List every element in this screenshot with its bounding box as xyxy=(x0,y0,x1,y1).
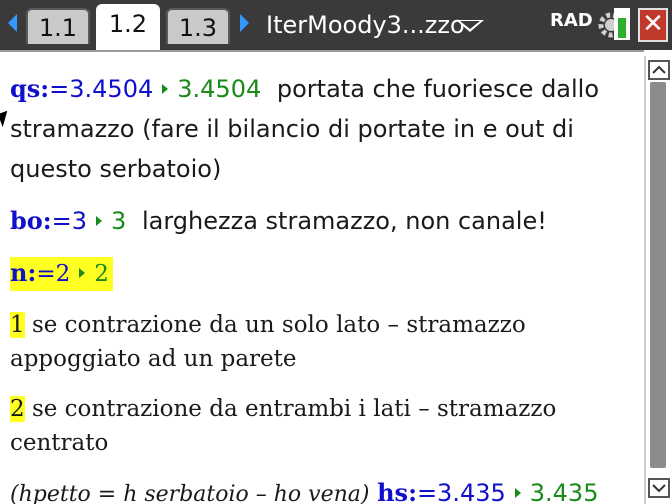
qs-comment-line-3: questo serbatoio) xyxy=(10,155,222,183)
option-1-line-2: appoggiato ad un parete xyxy=(10,346,297,372)
tab-1-2[interactable]: 1.2 xyxy=(96,4,160,52)
result-arrow-icon xyxy=(514,488,521,498)
hs-var: hs: xyxy=(377,478,417,504)
next-page-arrow-icon[interactable] xyxy=(240,14,249,32)
chevron-up-icon xyxy=(652,65,666,74)
n-highlight: n:=2 2 xyxy=(10,257,113,291)
option-2-line: 2 se contrazione da entrambi i lati – st… xyxy=(10,392,556,426)
n-line: n:=2 2 xyxy=(10,256,113,291)
hs-note: (hpetto = h serbatoio – ho vena) xyxy=(10,482,370,504)
option-2-line-2: centrato xyxy=(10,430,109,456)
prev-page-arrow-icon[interactable] xyxy=(8,14,17,32)
qs-var: qs: xyxy=(10,74,50,103)
scroll-thumb[interactable] xyxy=(650,82,666,468)
top-bar: 1.1 1.2 1.3 IterMoody3...zzo RAD ✕ xyxy=(0,0,672,52)
bo-assign: =3 xyxy=(51,207,88,235)
qs-comment-line-2: stramazzo (fare il bilancio di portate i… xyxy=(10,115,574,143)
close-button[interactable]: ✕ xyxy=(638,8,668,42)
n-result: 2 xyxy=(94,261,109,287)
vertical-scrollbar[interactable] xyxy=(644,56,672,504)
n-assign: =2 xyxy=(36,261,71,287)
result-arrow-icon xyxy=(96,216,103,226)
tab-1-1[interactable]: 1.1 xyxy=(26,8,90,44)
bo-line: bo:=3 3 larghezza stramazzo, non canale! xyxy=(10,204,547,238)
bo-comment: larghezza stramazzo, non canale! xyxy=(141,207,547,235)
option-1-number: 1 xyxy=(10,312,25,338)
option-1-text: se contrazione da un solo lato – stramaz… xyxy=(31,312,526,338)
qs-assign: =3.4504 xyxy=(49,75,154,103)
n-var: n: xyxy=(10,258,37,287)
qs-line: qs:=3.4504 3.4504 portata che fuoriesce d… xyxy=(10,72,599,106)
option-2-number: 2 xyxy=(10,396,25,422)
chevron-down-icon[interactable] xyxy=(456,20,484,32)
bo-var: bo: xyxy=(10,206,52,235)
result-arrow-icon xyxy=(79,268,86,278)
option-1-line: 1 se contrazione da un solo lato – stram… xyxy=(10,308,526,342)
battery-icon xyxy=(614,8,630,40)
bo-result: 3 xyxy=(111,207,127,235)
hs-assign: =3.435 xyxy=(416,479,506,504)
notes-area[interactable]: qs:=3.4504 3.4504 portata che fuoriesce d… xyxy=(0,50,644,504)
scroll-down-button[interactable] xyxy=(648,478,670,498)
hs-line: (hpetto = h serbatoio – ho vena) hs:=3.4… xyxy=(10,476,598,504)
hs-result: 3.435 xyxy=(529,479,599,504)
scroll-up-button[interactable] xyxy=(648,60,670,80)
chevron-down-icon xyxy=(652,484,666,493)
document-title[interactable]: IterMoody3...zzo xyxy=(266,10,465,40)
qs-comment: portata che fuoriesce dallo xyxy=(276,75,600,103)
angle-mode-indicator: RAD xyxy=(550,10,593,31)
result-arrow-icon xyxy=(162,84,169,94)
qs-result: 3.4504 xyxy=(177,75,262,103)
tab-1-3[interactable]: 1.3 xyxy=(166,8,230,44)
option-2-text: se contrazione da entrambi i lati – stra… xyxy=(31,396,557,422)
